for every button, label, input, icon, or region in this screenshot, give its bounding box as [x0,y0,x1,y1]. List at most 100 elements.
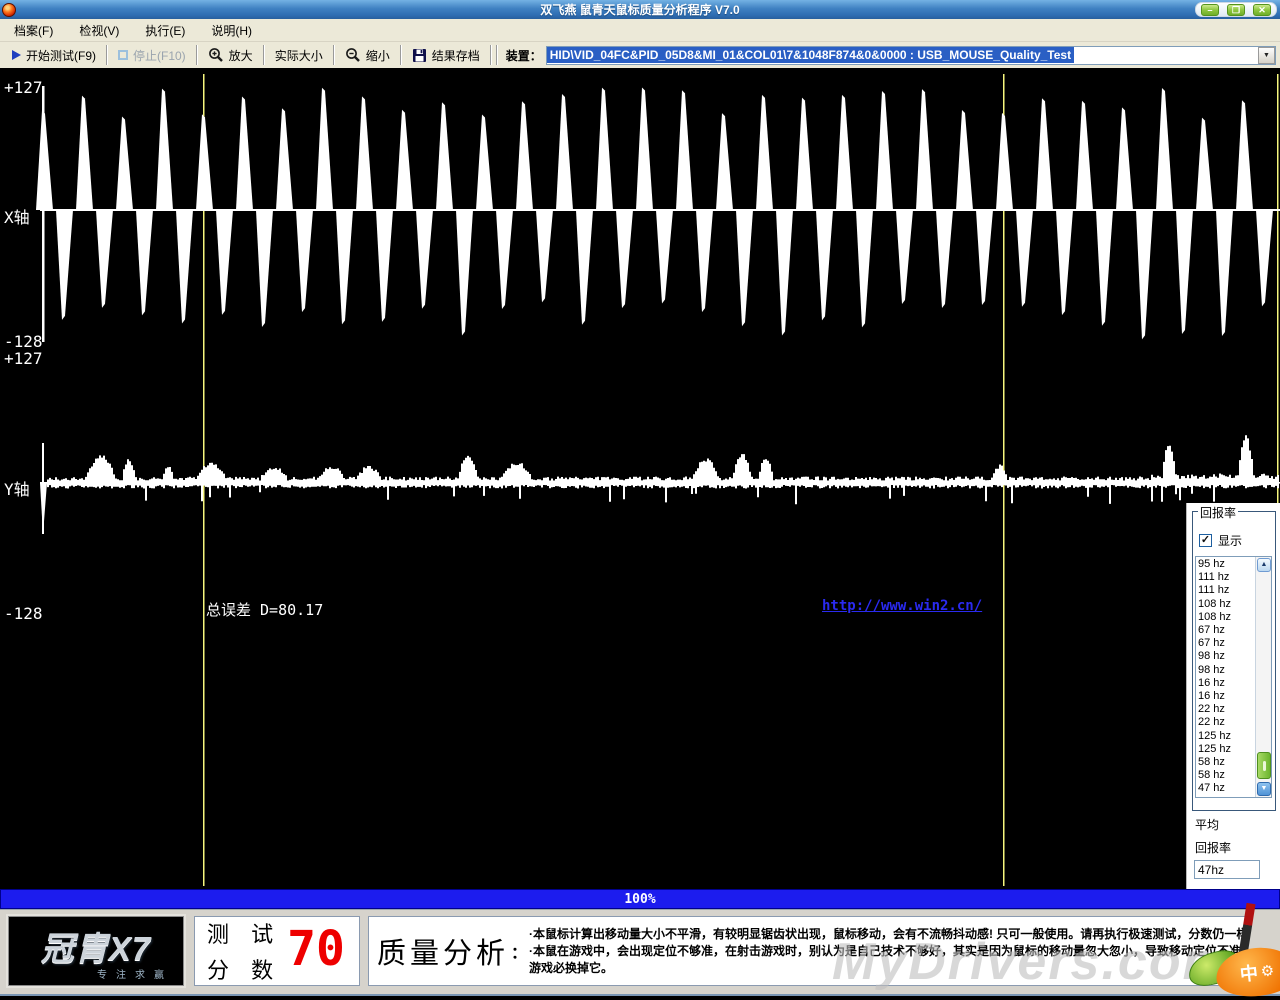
window-controls: – ❐ ✕ [1195,2,1277,17]
bottom-panel: 冠胄X7 专注求赢 测 试 分 数 70 质量分析 ： ·本鼠标计算出移动量大小… [0,909,1280,996]
toolbar-separator [399,45,402,65]
device-label: 装置： [505,48,542,63]
stop-label: 停止(F10) [133,48,186,63]
toolbar-separator [195,45,198,65]
scroll-up-button[interactable]: ▲ [1257,558,1271,572]
play-icon [12,50,21,60]
rate-list-item[interactable]: 16 hz [1198,677,1254,690]
zoom-out-button[interactable]: 缩小 [337,44,398,67]
y-axis-label: Y轴 [4,480,30,499]
zoom-out-icon [345,48,360,62]
stop-button[interactable]: 停止(F10) [110,44,194,67]
toolbar-separator [489,45,492,65]
rate-list-item[interactable]: 67 hz [1198,637,1254,650]
average-rate-field[interactable]: 47hz [1194,860,1260,879]
save-results-label: 结果存档 [431,48,480,63]
rate-list-item[interactable]: 108 hz [1198,611,1254,624]
zoom-out-label: 缩小 [365,48,390,63]
start-test-label: 开始测试(F9) [26,48,96,63]
y-axis-max-label: +127 [4,349,43,368]
title-bar: 双飞燕 鼠青天鼠标质量分析程序 V7.0 – ❐ ✕ [0,0,1280,19]
progress-bar: 100% [0,889,1280,909]
average-label-line2: 回报率 [1195,841,1232,855]
show-checkbox-row[interactable]: ✓ 显示 [1199,532,1242,549]
rate-list-item[interactable]: 95 hz [1198,558,1254,571]
toolbar: 开始测试(F9) 停止(F10) 放大 实际大小 缩小 结果存档 装置： HID… [0,42,1280,68]
show-checkbox[interactable]: ✓ [1199,534,1212,547]
analysis-line: ·本鼠在游戏中，会出现定位不够准，在射击游戏时，别认为是自己技术不够好，其实是因… [529,943,1246,958]
rate-list-item[interactable]: 58 hz [1198,769,1254,782]
toolbar-separator [495,45,498,65]
score-value: 70 [287,921,345,977]
rate-list-item[interactable]: 125 hz [1198,730,1254,743]
rate-list-item[interactable]: 67 hz [1198,624,1254,637]
total-error-text: 总误差 D=80.17 [206,601,324,619]
rate-list-item[interactable]: 111 hz [1198,584,1254,597]
score-box: 测 试 分 数 70 [194,916,360,986]
progress-label: 100% [624,892,656,907]
rate-list-item[interactable]: 98 hz [1198,650,1254,663]
zoom-in-icon [208,48,223,62]
rate-list-item[interactable]: 58 hz [1198,756,1254,769]
score-label-line1: 测 试 [207,922,282,947]
gear-icon: ⚙ [1259,962,1276,981]
quality-analysis-colon: ： [511,945,528,962]
toolbar-separator [332,45,335,65]
report-rate-panel: 回报率 ✓ 显示 95 hz 111 hz 111 hz 108 hz 108 hz 67… [1186,503,1280,889]
save-results-button[interactable]: 结果存档 [404,44,488,67]
score-label-line2: 分 数 [207,958,282,983]
rate-list-item[interactable]: 111 hz [1198,571,1254,584]
menu-item[interactable]: 档案(F) [6,19,61,42]
analysis-line: ·本鼠标计算出移动量大小不平滑，有较明显锯齿状出现，鼠标移动，会有不流畅抖动感!… [529,926,1246,941]
rate-list-item[interactable]: 108 hz [1198,598,1254,611]
chevron-down-icon[interactable]: ▼ [1258,46,1275,64]
report-rate-list[interactable]: 95 hz 111 hz 111 hz 108 hz 108 hz 67 hz 67 hz 9… [1195,556,1272,798]
report-rate-group-title: 回报率 [1198,504,1239,521]
actual-size-label: 实际大小 [274,48,323,63]
analysis-line: 游戏必换掉它。 [529,960,614,975]
rate-list-item[interactable]: 125 hz [1198,743,1254,756]
toolbar-separator [106,45,108,65]
restore-button[interactable]: ❐ [1227,3,1245,16]
x-axis-max-label: +127 [4,78,43,97]
close-button[interactable]: ✕ [1253,3,1271,16]
rate-list-item[interactable]: 22 hz [1198,703,1254,716]
menu-bar: 档案(F) 检视(V) 执行(E) 说明(H) [0,19,1280,42]
average-label-line1: 平均 [1195,818,1220,832]
rate-list-item[interactable]: 22 hz [1198,716,1254,729]
device-combobox[interactable]: HID\VID_04FC&PID_05D8&MI_01&COL01\7&1048… [545,45,1276,65]
scroll-thumb[interactable] [1257,752,1271,779]
floppy-icon [412,48,426,62]
rate-list-scrollbar[interactable]: ▲ ▼ [1255,557,1271,797]
minimize-button[interactable]: – [1201,3,1219,16]
show-checkbox-label: 显示 [1218,534,1243,548]
rate-list-item[interactable]: 47 hz [1198,782,1254,795]
stop-icon [118,50,128,60]
menu-item[interactable]: 检视(V) [71,19,127,42]
quality-analysis-box: 质量分析 ： ·本鼠标计算出移动量大小不平滑，有较明显锯齿状出现，鼠标移动，会有… [368,916,1246,986]
zoom-in-label: 放大 [228,48,253,63]
website-link[interactable]: http://www.win2.cn/ [822,598,982,614]
rate-list-item[interactable]: 98 hz [1198,664,1254,677]
rate-list-item[interactable]: 16 hz [1198,690,1254,703]
device-value: HID\VID_04FC&PID_05D8&MI_01&COL01\7&1048… [546,47,1075,63]
quality-analysis-text: ·本鼠标计算出移动量大小不平滑，有较明显锯齿状出现，鼠标移动，会有不流畅抖动感!… [529,926,1246,977]
x-axis-label: X轴 [4,208,30,227]
waveform-svg [36,74,1280,886]
brand-logo-main: 冠胄X7 [40,929,152,967]
start-test-button[interactable]: 开始测试(F9) [4,44,104,67]
scroll-down-button[interactable]: ▼ [1257,782,1271,796]
score-labels: 测 试 分 数 [207,917,281,985]
actual-size-button[interactable]: 实际大小 [267,44,331,67]
quality-analysis-title: 质量分析 [377,938,510,970]
window-title: 双飞燕 鼠青天鼠标质量分析程序 V7.0 [540,3,740,17]
menu-item[interactable]: 执行(E) [137,19,193,42]
report-rate-rows: 95 hz 111 hz 111 hz 108 hz 108 hz 67 hz 67 hz 9… [1198,558,1254,796]
brand-logo: 冠胄X7 专注求赢 [8,916,184,986]
menu-item[interactable]: 说明(H) [203,19,260,42]
zoom-in-button[interactable]: 放大 [200,44,261,67]
report-rate-group: 回报率 ✓ 显示 95 hz 111 hz 111 hz 108 hz 108 hz 67… [1192,504,1276,811]
site-badge-char: 中 [1238,962,1259,985]
brand-logo-slogan: 专注求赢 [97,969,173,981]
y-axis-min-label: -128 [4,604,43,623]
